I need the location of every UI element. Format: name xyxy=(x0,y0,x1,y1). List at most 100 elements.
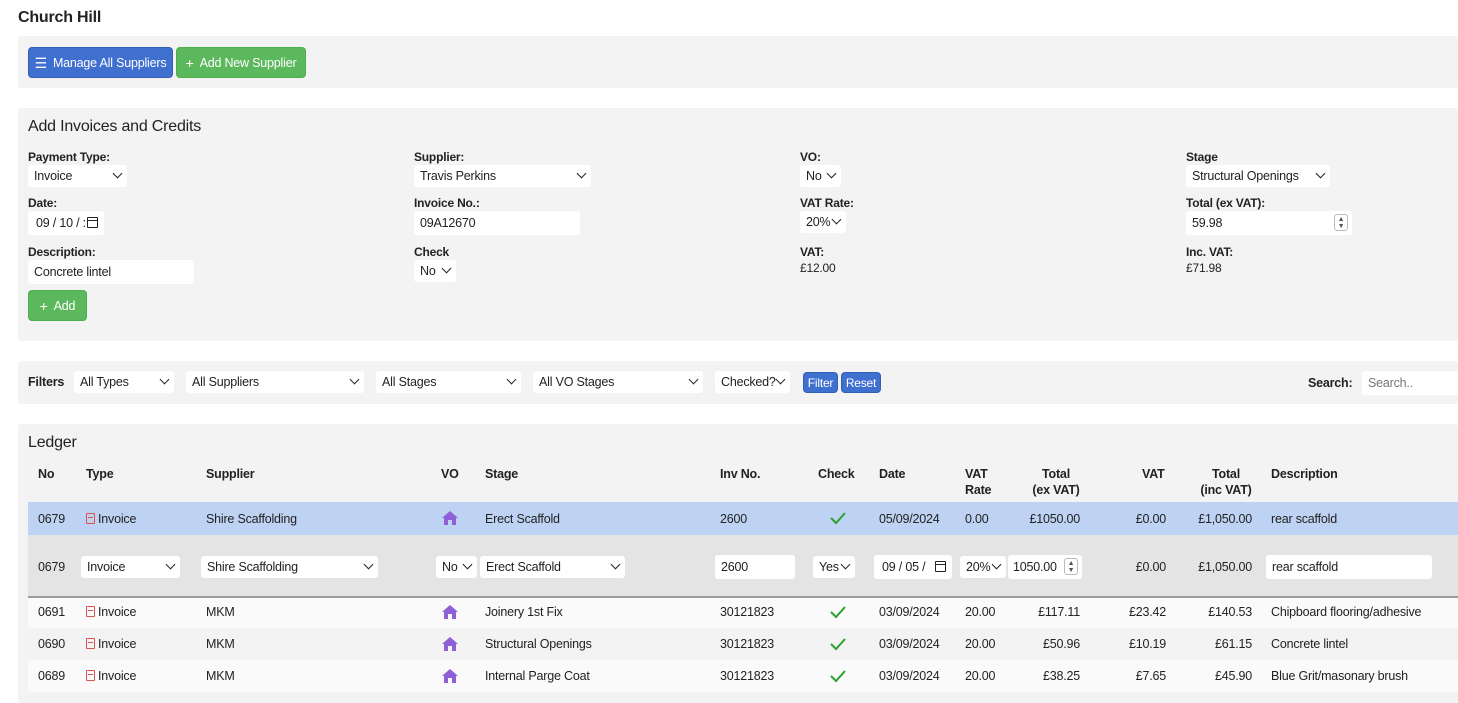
header-inv-no[interactable]: Inv No. xyxy=(720,467,760,481)
header-supplier[interactable]: Supplier xyxy=(206,467,255,481)
stage-filter-select[interactable]: All Stages xyxy=(376,371,521,393)
pdf-icon[interactable] xyxy=(86,513,95,524)
table-row[interactable]: 0691 Invoice MKM Joinery 1st Fix 3012182… xyxy=(28,598,1458,628)
add-invoice-form: Add Invoices and Credits Payment Type: I… xyxy=(18,108,1458,341)
stage-select[interactable]: Structural Openings xyxy=(1186,165,1330,187)
header-no[interactable]: No xyxy=(38,467,54,481)
house-icon[interactable] xyxy=(441,510,459,526)
add-supplier-button[interactable]: + Add New Supplier xyxy=(176,47,306,78)
cell-inv-no: 2600 xyxy=(720,512,748,526)
edit-total-ex-vat-input[interactable]: 1050.00 ▲ ▼ xyxy=(1008,555,1082,579)
table-row[interactable]: 0689 Invoice MKM Internal Parge Coat 301… xyxy=(28,660,1458,692)
supplier-select[interactable]: Travis Perkins xyxy=(414,165,591,187)
description-label: Description: xyxy=(28,245,96,259)
edit-date-input[interactable]: 09 / 05 / xyxy=(874,555,952,579)
table-row[interactable] xyxy=(28,692,1458,703)
cell-total-ex-vat: £50.96 xyxy=(1042,637,1080,651)
chevron-down-icon xyxy=(159,374,170,385)
table-row[interactable]: 0690 Invoice MKM Structural Openings 301… xyxy=(28,628,1458,660)
description-value: Concrete lintel xyxy=(34,265,111,279)
header-type[interactable]: Type xyxy=(86,467,114,481)
calendar-icon[interactable] xyxy=(87,217,98,228)
supplier-filter-select[interactable]: All Suppliers xyxy=(186,371,364,393)
date-input[interactable]: 09 / 10 / : xyxy=(28,211,104,235)
cell-no: 0689 xyxy=(38,669,66,683)
cell-description: rear scaffold xyxy=(1271,512,1337,526)
pdf-icon[interactable] xyxy=(86,638,95,649)
description-input[interactable]: Concrete lintel xyxy=(28,260,194,284)
header-vat-rate-line2: Rate xyxy=(965,483,992,497)
payment-type-select[interactable]: Invoice xyxy=(28,165,127,187)
add-button[interactable]: + Add xyxy=(28,290,87,321)
inc-vat-value: £71.98 xyxy=(1186,261,1222,275)
cell-total-inc-vat: £1,050.00 xyxy=(1198,512,1252,526)
cell-type[interactable]: Invoice xyxy=(86,605,136,619)
vat-value: £12.00 xyxy=(800,261,836,275)
house-icon[interactable] xyxy=(441,636,459,652)
house-icon[interactable] xyxy=(441,604,459,620)
manage-suppliers-button[interactable]: ☰ Manage All Suppliers xyxy=(28,47,173,78)
header-check[interactable]: Check xyxy=(818,467,855,481)
inc-vat-label: Inc. VAT: xyxy=(1186,245,1234,259)
edit-check-select[interactable]: Yes xyxy=(813,556,855,578)
type-filter-select[interactable]: All Types xyxy=(74,371,174,393)
ledger-title: Ledger xyxy=(28,434,77,451)
reset-button[interactable]: Reset xyxy=(841,372,881,393)
cell-vat: £0.00 xyxy=(1135,512,1166,526)
header-vo[interactable]: VO xyxy=(441,467,459,481)
vat-rate-select[interactable]: 20% xyxy=(800,211,846,233)
stage-filter-value: All Stages xyxy=(382,375,437,389)
calendar-icon[interactable] xyxy=(935,561,946,572)
date-label: Date: xyxy=(28,196,58,210)
search-label: Search: xyxy=(1308,376,1353,390)
edit-description-input[interactable]: rear scaffold xyxy=(1266,555,1432,579)
header-vat[interactable]: VAT xyxy=(1142,467,1165,481)
house-icon[interactable] xyxy=(441,668,459,684)
check-icon xyxy=(830,606,846,619)
cell-date: 05/09/2024 xyxy=(879,512,940,526)
edit-supplier-select[interactable]: Shire Scaffolding xyxy=(201,556,378,578)
cell-supplier: MKM xyxy=(206,605,235,619)
pdf-icon[interactable] xyxy=(86,606,95,617)
edit-type-select[interactable]: Invoice xyxy=(81,556,180,578)
cell-no: 0690 xyxy=(38,637,66,651)
check-select[interactable]: No xyxy=(414,260,456,282)
vo-select[interactable]: No xyxy=(800,165,841,187)
checked-filter-select[interactable]: Checked? xyxy=(715,371,790,393)
edit-vat-rate-select[interactable]: 20% xyxy=(960,556,1006,578)
edit-vo-select[interactable]: No xyxy=(436,556,477,578)
vo-stage-filter-select[interactable]: All VO Stages xyxy=(533,371,703,393)
header-total-ex-vat[interactable]: Total (ex VAT) xyxy=(1026,467,1086,497)
chevron-down-icon xyxy=(775,374,786,385)
chevron-down-icon xyxy=(165,559,176,570)
cell-description: Concrete lintel xyxy=(1271,637,1348,651)
cell-vat: £10.19 xyxy=(1128,637,1166,651)
cell-type[interactable]: Invoice xyxy=(86,637,136,651)
add-label: Add xyxy=(53,298,76,313)
header-vat-rate[interactable]: VAT Rate xyxy=(965,467,991,497)
cell-inv-no: 30121823 xyxy=(720,637,775,651)
ledger-panel: Ledger No Type Supplier VO Stage Inv No.… xyxy=(18,424,1458,703)
spinner-icon[interactable]: ▲ ▼ xyxy=(1334,214,1348,231)
header-total-inc-vat[interactable]: Total (inc VAT) xyxy=(1196,467,1256,497)
cell-type-label: Invoice xyxy=(98,637,137,651)
search-input[interactable]: Search.. xyxy=(1362,371,1458,395)
header-stage[interactable]: Stage xyxy=(485,467,518,481)
filter-button[interactable]: Filter xyxy=(803,372,838,393)
invoice-no-input[interactable]: 09A12670 xyxy=(414,211,580,235)
pdf-icon[interactable] xyxy=(86,670,95,681)
edit-inv-no-input[interactable]: 2600 xyxy=(715,555,795,579)
edit-stage-select[interactable]: Erect Scaffold xyxy=(480,556,625,578)
chevron-down-icon xyxy=(831,214,842,225)
edit-date-value: 09 / 05 / xyxy=(882,560,926,574)
cell-stage: Erect Scaffold xyxy=(485,512,560,526)
header-description[interactable]: Description xyxy=(1271,467,1338,481)
cell-type[interactable]: Invoice xyxy=(86,669,136,683)
table-row-selected[interactable]: 0679 Invoice Shire Scaffolding Erect Sca… xyxy=(28,502,1458,535)
spinner-icon[interactable]: ▲ ▼ xyxy=(1064,558,1078,575)
total-ex-vat-input[interactable]: 59.98 ▲ ▼ xyxy=(1186,211,1352,235)
header-date[interactable]: Date xyxy=(879,467,905,481)
cell-date: 03/09/2024 xyxy=(879,669,940,683)
cell-type[interactable]: Invoice xyxy=(86,512,136,526)
cell-inv-no: 30121823 xyxy=(720,669,775,683)
